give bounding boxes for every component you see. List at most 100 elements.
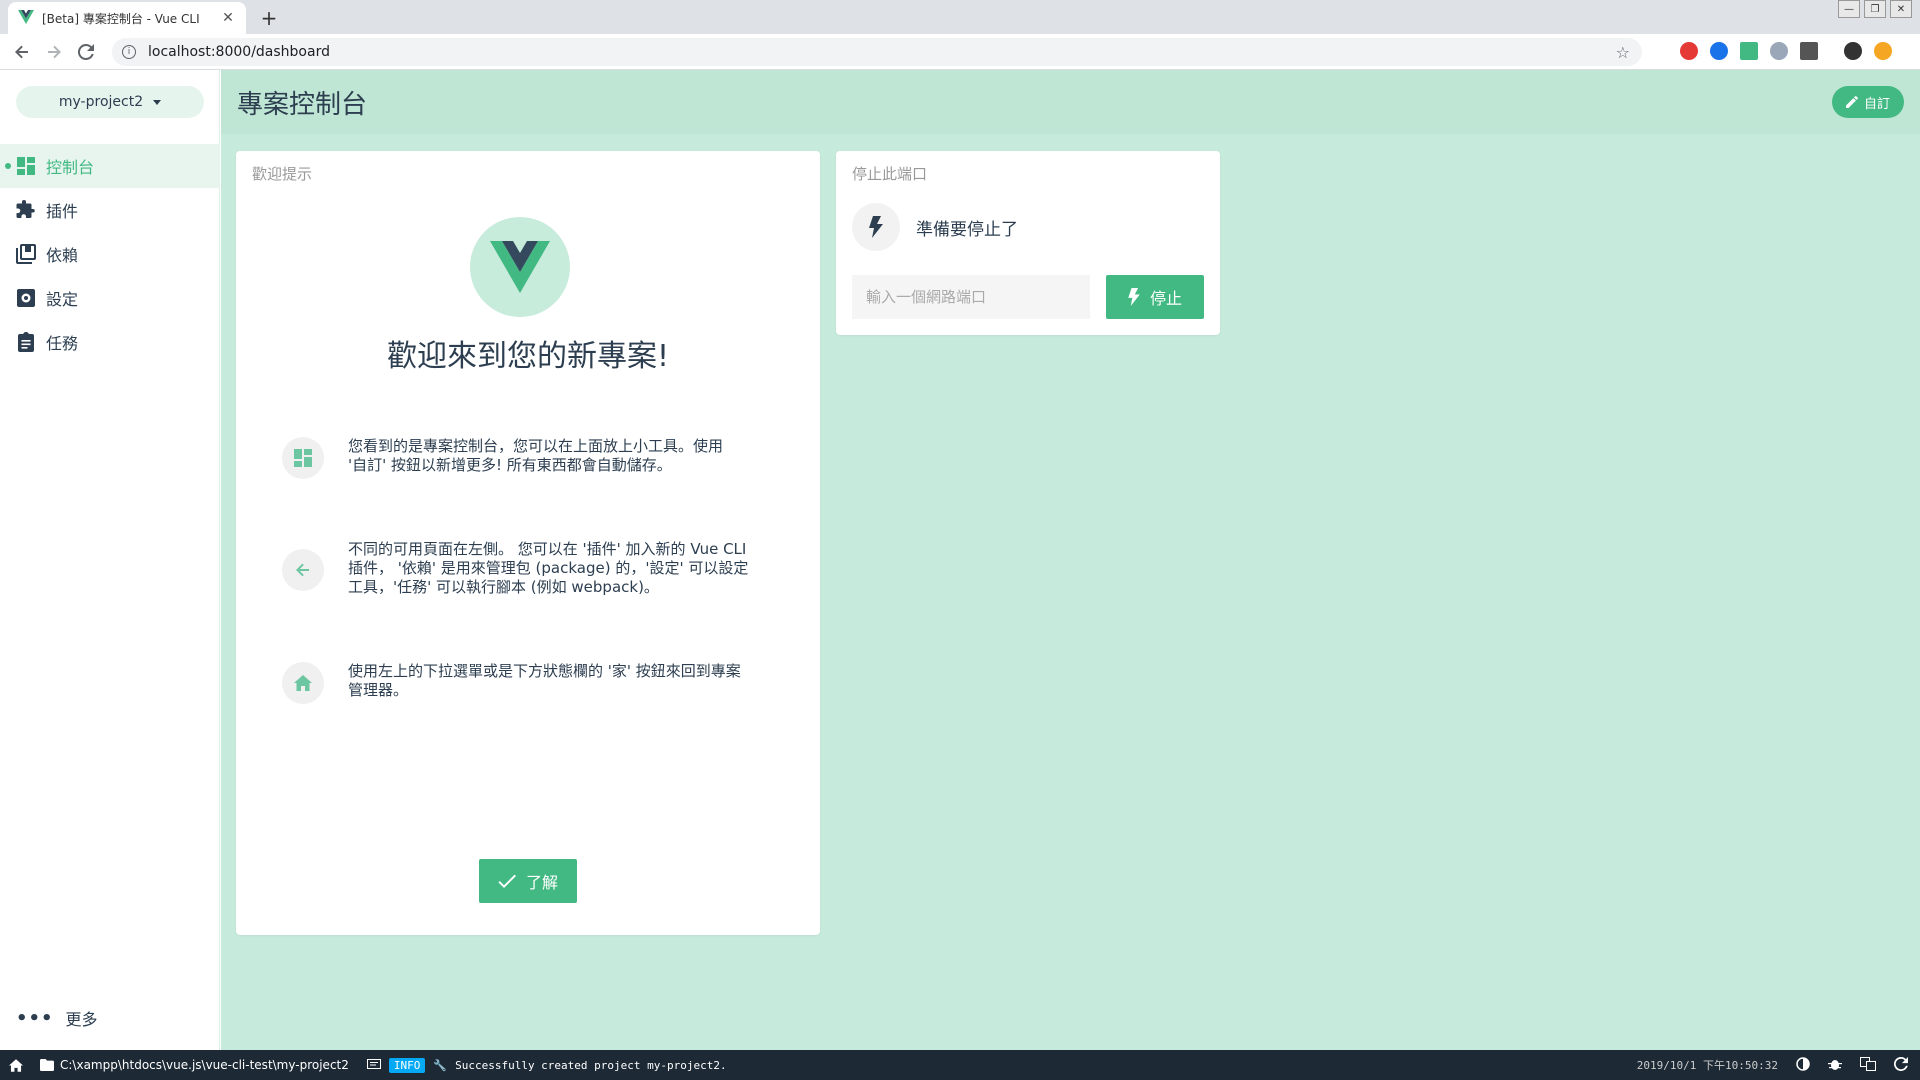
tip-line: 使用左上的下拉選單或是下方狀態欄的 '家' 按鈕來回到專案 — [348, 662, 741, 680]
arrow-left-icon — [15, 45, 28, 58]
vue-logo-icon — [490, 241, 550, 293]
arrow-right-icon — [48, 45, 61, 58]
vue-ui-app: my-project2 控制台 插件 依賴 設定 任務 ••• 更多 專案控制台… — [0, 70, 1920, 1050]
main-content: 專案控制台 自訂 歡迎提示 歡迎來到您的新專案! 您看到的是專案控制台，您可以在… — [221, 70, 1920, 1050]
tip-line: 不同的可用頁面在左側。 您可以在 '插件' 加入新的 Vue CLI — [348, 540, 747, 558]
home-icon — [282, 662, 324, 704]
new-tab-button[interactable]: + — [256, 5, 282, 31]
vue-devtools-icon[interactable] — [1740, 42, 1758, 60]
pencil-icon — [1845, 96, 1858, 108]
restore-button[interactable]: ❐ — [1864, 0, 1886, 18]
port-input[interactable] — [852, 275, 1090, 319]
tip-line: 插件， '依賴' 是用來管理包 (package) 的，'設定' 可以設定 — [348, 559, 749, 577]
stop-button[interactable]: 停止 — [1106, 275, 1204, 319]
more-dots-icon: ••• — [16, 1007, 54, 1029]
lightning-icon — [852, 203, 900, 251]
log-level-badge: INFO — [388, 1057, 426, 1073]
dashboard-icon — [16, 156, 36, 176]
ok-label: 了解 — [525, 873, 558, 892]
project-name: my-project2 — [58, 94, 144, 110]
sidebar-item-label: 任務 — [46, 334, 79, 353]
page-header: 專案控制台 自訂 — [221, 70, 1920, 134]
extension-blue-icon[interactable] — [1710, 42, 1728, 60]
wrench-icon: 🔧 — [433, 1058, 448, 1072]
sidebar-item-plugins[interactable]: 插件 — [0, 188, 220, 232]
tip-line: 您看到的是專案控制台，您可以在上面放上小工具。使用 — [348, 437, 724, 455]
kill-port-widget: 停止此端口 準備要停止了 停止 — [836, 151, 1220, 335]
ok-button[interactable]: 了解 — [479, 859, 577, 903]
project-select[interactable]: my-project2 — [16, 86, 204, 118]
page-title: 專案控制台 — [237, 90, 368, 120]
dashboard-icon — [282, 437, 324, 479]
clipboard-icon — [16, 332, 36, 352]
extension-red-icon[interactable] — [1680, 42, 1698, 60]
refresh-icon[interactable] — [1893, 1056, 1908, 1074]
sidebar-item-dependencies[interactable]: 依賴 — [0, 232, 220, 276]
vue-logo — [470, 217, 570, 317]
library-icon — [16, 244, 36, 264]
sidebar-item-tasks[interactable]: 任務 — [0, 320, 220, 364]
update-warning-icon[interactable] — [1874, 42, 1892, 60]
kill-port-card-title: 停止此端口 — [852, 165, 928, 183]
check-icon — [498, 874, 516, 888]
tip-text: 您看到的是專案控制台，您可以在上面放上小工具。使用 '自訂' 按鈕以新增更多! … — [348, 437, 723, 475]
log-message: Successfully created project my-project2… — [455, 1058, 727, 1072]
tip-home: 使用左上的下拉選單或是下方狀態欄的 '家' 按鈕來回到專案 管理器。 — [282, 662, 782, 704]
dark-mode-icon[interactable] — [1796, 1056, 1810, 1074]
forward-button[interactable] — [38, 36, 70, 68]
lightning-icon — [1128, 288, 1140, 306]
chevron-down-icon — [153, 99, 162, 105]
url-text: localhost:8000/dashboard — [148, 44, 330, 60]
more-button[interactable]: ••• 更多 — [16, 1006, 98, 1030]
sidebar-item-label: 設定 — [46, 290, 79, 309]
browser-tab-bar: [Beta] 專案控制台 - Vue CLI ✕ + — ❐ ✕ — [0, 0, 1920, 34]
home-button[interactable] — [0, 1058, 32, 1072]
profile-avatar[interactable] — [1844, 42, 1862, 60]
tip-navigation: 不同的可用頁面在左側。 您可以在 '插件' 加入新的 Vue CLI 插件， '… — [282, 540, 782, 597]
tip-line: 管理器。 — [348, 681, 409, 699]
window-close-button[interactable]: ✕ — [1890, 0, 1912, 18]
back-button[interactable] — [6, 36, 38, 68]
sidebar-item-configuration[interactable]: 設定 — [0, 276, 220, 320]
sidebar-item-dashboard[interactable]: 控制台 — [0, 144, 220, 188]
status-bar-right: 2019/10/1 下午10:50:32 — [1636, 1056, 1908, 1074]
kill-port-status: 準備要停止了 — [852, 203, 1018, 251]
sidebar-nav: 控制台 插件 依賴 設定 任務 — [0, 144, 220, 364]
arrow-left-icon — [282, 549, 324, 591]
extension-grey-icon[interactable] — [1770, 42, 1788, 60]
tip-text: 不同的可用頁面在左側。 您可以在 '插件' 加入新的 Vue CLI 插件， '… — [348, 540, 748, 597]
log-console-toggle[interactable]: INFO 🔧 Successfully created project my-p… — [366, 1057, 727, 1073]
bug-report-icon[interactable] — [1828, 1057, 1842, 1074]
vue-logo-icon — [18, 9, 34, 28]
customize-button[interactable]: 自訂 — [1831, 86, 1904, 118]
settings-gear-icon — [16, 288, 36, 308]
sidebar-item-label: 插件 — [46, 202, 79, 221]
project-path-text: C:\xampp\htdocs\vue.js\vue-cli-test\my-p… — [60, 1058, 349, 1072]
address-bar: i localhost:8000/dashboard ☆ — [0, 34, 1920, 70]
welcome-widget: 歡迎提示 歡迎來到您的新專案! 您看到的是專案控制台，您可以在上面放上小工具。使… — [236, 151, 820, 935]
translate-icon[interactable] — [1860, 1056, 1876, 1074]
puzzle-icon — [16, 200, 36, 220]
welcome-card-title: 歡迎提示 — [252, 165, 313, 183]
minimize-button[interactable]: — — [1838, 0, 1860, 18]
browser-tab[interactable]: [Beta] 專案控制台 - Vue CLI ✕ — [8, 2, 246, 34]
sidebar: my-project2 控制台 插件 依賴 設定 任務 ••• 更多 — [0, 70, 220, 1050]
welcome-heading: 歡迎來到您的新專案! — [386, 339, 670, 374]
tab-title: [Beta] 專案控制台 - Vue CLI — [42, 11, 200, 26]
close-icon[interactable]: ✕ — [220, 10, 236, 26]
bookmark-star-icon[interactable]: ☆ — [1616, 43, 1630, 62]
tip-line: '自訂' 按鈕以新增更多! 所有東西都會自動儲存。 — [348, 456, 672, 474]
extension-reader-icon[interactable] — [1800, 42, 1818, 60]
message-icon — [366, 1059, 381, 1069]
stop-label: 停止 — [1149, 289, 1182, 308]
customize-label: 自訂 — [1863, 96, 1890, 112]
extension-icons — [1680, 42, 1892, 60]
reload-button[interactable] — [70, 36, 102, 68]
info-icon[interactable]: i — [122, 45, 136, 59]
sidebar-item-label: 依賴 — [46, 246, 79, 265]
log-timestamp: 2019/10/1 下午10:50:32 — [1636, 1059, 1778, 1072]
home-icon — [9, 1058, 23, 1072]
tip-line: 工具，'任務' 可以執行腳本 (例如 webpack)。 — [348, 578, 659, 596]
url-field[interactable]: i localhost:8000/dashboard ☆ — [112, 38, 1642, 66]
project-path[interactable]: C:\xampp\htdocs\vue.js\vue-cli-test\my-p… — [40, 1058, 349, 1072]
